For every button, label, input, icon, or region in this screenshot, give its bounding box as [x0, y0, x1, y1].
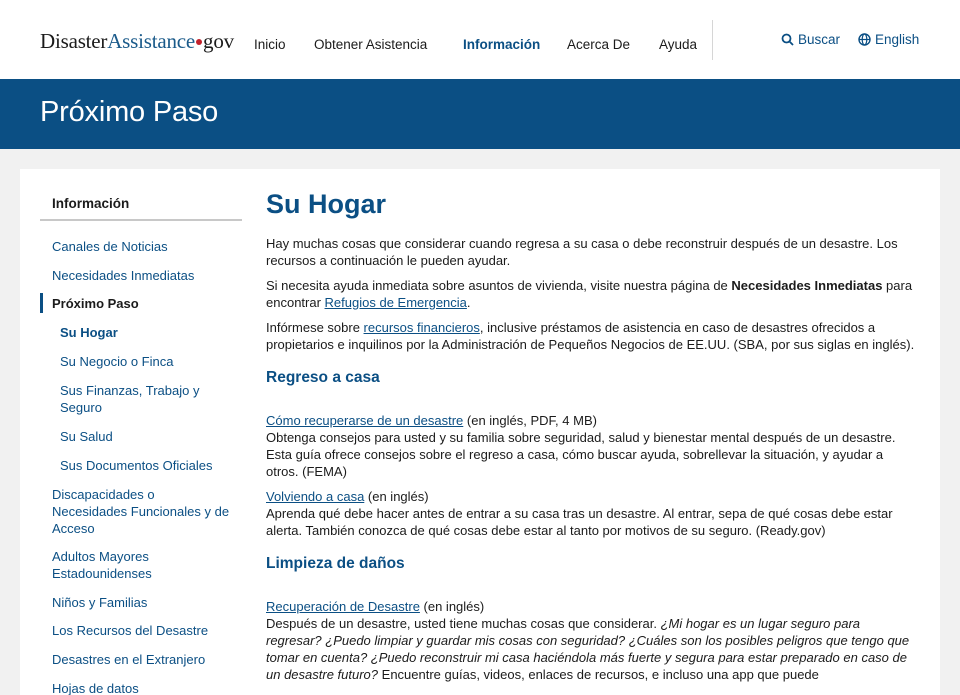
resource-description: Obtenga consejos para usted y su familia…: [266, 430, 896, 479]
sidebar-item-canales-de-noticias[interactable]: Canales de Noticias: [52, 238, 168, 255]
nav-informacion[interactable]: Información: [463, 37, 540, 52]
language-link[interactable]: English: [858, 32, 919, 47]
language-label: English: [875, 32, 920, 47]
nav-obtener-asistencia[interactable]: Obtener Asistencia: [314, 37, 427, 52]
sidebar-active-indicator: [40, 293, 43, 313]
sidebar-item-proximo-paso[interactable]: Próximo Paso: [52, 295, 139, 312]
sidebar-item-necesidades-inmediatas[interactable]: Necesidades Inmediatas: [52, 267, 194, 284]
p3-text-before: Infórmese sobre: [266, 320, 364, 335]
section-heading-limpieza-de-danos: Limpieza de daños: [266, 555, 405, 572]
sidebar-item-sus-documentos-oficiales[interactable]: Sus Documentos Oficiales: [60, 457, 212, 474]
logo-part-2: Assistance: [107, 29, 196, 53]
resource-note: (en inglés): [419, 599, 485, 614]
sidebar-heading: Información: [52, 196, 130, 211]
financial-resources-paragraph: Infórmese sobre recursos financieros, in…: [266, 319, 916, 353]
resource-link-recuperarse[interactable]: Cómo recuperarse de un desastre: [266, 413, 463, 428]
immediate-needs-paragraph: Si necesita ayuda inmediata sobre asunto…: [266, 277, 916, 311]
intro-paragraph: Hay muchas cosas que considerar cuando r…: [266, 236, 898, 268]
sidebar-item-adultos-mayores[interactable]: Adultos Mayores Estadounidenses: [52, 548, 202, 582]
site-logo[interactable]: DisasterAssistance gov: [40, 29, 234, 54]
resource-description-tail: Encuentre guías, videos, enlaces de recu…: [378, 667, 819, 682]
p2-text-end: .: [466, 295, 471, 310]
sidebar-divider: [40, 219, 242, 221]
sidebar-item-hojas-de-datos[interactable]: Hojas de datos: [52, 680, 139, 695]
logo-part-1: Disaster: [40, 29, 108, 53]
main-content: Su Hogar Hay muchas cosas que considerar…: [266, 187, 916, 691]
resource-description: Aprenda qué debe hacer antes de entrar a…: [266, 506, 893, 538]
nav-divider: [712, 20, 713, 60]
sidebar-item-sus-finanzas[interactable]: Sus Finanzas, Trabajo y Seguro: [60, 382, 225, 416]
sidebar-item-desastres-extranjero[interactable]: Desastres en el Extranjero: [52, 651, 205, 668]
logo-part-3: gov: [203, 29, 234, 53]
resource-link-recuperacion-de-desastre[interactable]: Recuperación de Desastre: [266, 599, 420, 614]
resource-item: Recuperación de Desastre (en inglés) Desp…: [266, 598, 916, 683]
nav-ayuda[interactable]: Ayuda: [659, 37, 697, 52]
resource-note: (en inglés, PDF, 4 MB): [463, 413, 597, 428]
emergency-shelters-link[interactable]: Refugios de Emergencia: [325, 295, 467, 310]
resource-item: Volviendo a casa (en inglés) Aprenda qué …: [266, 488, 916, 539]
page-title: Su Hogar: [266, 189, 387, 219]
resource-link-volviendo-a-casa[interactable]: Volviendo a casa: [266, 489, 364, 504]
resource-item: Cómo recuperarse de un desastre (en ingl…: [266, 412, 916, 480]
logo-dot-icon: [196, 39, 203, 46]
sidebar-item-ninos-y-familias[interactable]: Niños y Familias: [52, 594, 147, 611]
resource-note: (en inglés): [364, 489, 429, 504]
sidebar-item-recursos-del-desastre[interactable]: Los Recursos del Desastre: [52, 622, 208, 639]
site-header: DisasterAssistance gov Inicio Obtener Asi…: [0, 0, 960, 79]
resource-description-plain: Después de un desastre, usted tiene much…: [266, 616, 661, 631]
section-heading-regreso-a-casa: Regreso a casa: [266, 369, 380, 386]
search-link[interactable]: Buscar: [781, 32, 840, 47]
nav-acerca-de[interactable]: Acerca De: [567, 37, 630, 52]
page-banner: Próximo Paso: [0, 79, 960, 149]
globe-icon: [858, 33, 871, 46]
p2-bold: Necesidades Inmediatas: [731, 278, 883, 293]
p2-text-before: Si necesita ayuda inmediata sobre asunto…: [266, 278, 732, 293]
sidebar-item-discapacidades[interactable]: Discapacidades o Necesidades Funcionales…: [52, 486, 230, 537]
financial-resources-link[interactable]: recursos financieros: [364, 320, 480, 335]
sidebar-item-su-hogar[interactable]: Su Hogar: [60, 324, 118, 341]
nav-inicio[interactable]: Inicio: [254, 37, 286, 52]
sidebar-item-su-negocio-o-finca[interactable]: Su Negocio o Finca: [60, 353, 173, 370]
search-label: Buscar: [798, 32, 841, 47]
resource-description: Después de un desastre, usted tiene much…: [266, 615, 916, 683]
search-icon: [781, 33, 794, 46]
sidebar-item-su-salud[interactable]: Su Salud: [60, 428, 113, 445]
banner-title: Próximo Paso: [40, 96, 219, 128]
